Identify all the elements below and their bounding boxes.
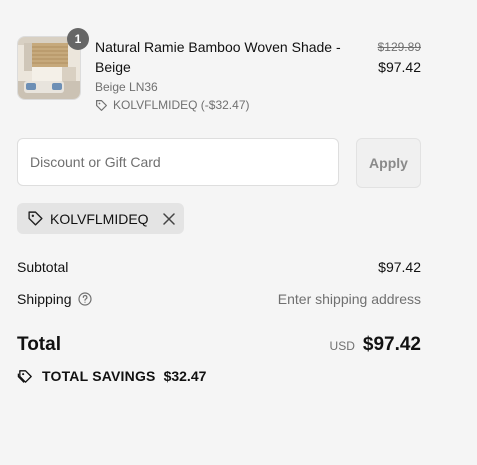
tag-icon [27, 210, 44, 227]
shipping-label-group: Shipping [17, 291, 92, 307]
subtotal-value: $97.42 [378, 259, 421, 275]
tags-icon [17, 368, 34, 385]
product-variant: Beige LN36 [95, 80, 158, 94]
product-thumbnail-wrap: 1 [17, 28, 89, 100]
currency-code: USD [329, 339, 355, 353]
line-item: 1 Natural Ramie Bamboo Woven Shade - Bei… [17, 28, 421, 116]
product-discount-text: KOLVFLMIDEQ (-$32.47) [113, 98, 250, 112]
total-label: Total [17, 334, 61, 355]
shipping-label: Shipping [17, 291, 72, 307]
discount-input[interactable] [17, 138, 339, 186]
applied-discount-code: KOLVFLMIDEQ [50, 210, 149, 227]
shipping-row: Shipping Enter shipping address [17, 289, 421, 309]
shipping-value: Enter shipping address [277, 291, 421, 307]
total-savings: TOTAL SAVINGS $32.47 [17, 366, 206, 386]
savings-label: TOTAL SAVINGS [42, 368, 156, 384]
quantity-badge: 1 [67, 28, 89, 50]
product-price: $97.42 [378, 59, 421, 75]
help-circle-icon[interactable] [77, 292, 92, 306]
savings-value: $32.47 [163, 368, 207, 384]
total-row: Total USD $97.42 [17, 333, 421, 357]
total-amount-group: USD $97.42 [330, 334, 421, 356]
compare-at-price: $129.89 [377, 40, 421, 54]
apply-button[interactable]: Apply [356, 138, 421, 188]
applied-discount-chip: KOLVFLMIDEQ [17, 203, 184, 234]
total-value: $97.42 [362, 334, 421, 355]
product-discount: KOLVFLMIDEQ (-$32.47) [95, 98, 250, 112]
subtotal-row: Subtotal $97.42 [17, 257, 421, 277]
close-icon[interactable] [162, 212, 175, 225]
product-title: Natural Ramie Bamboo Woven Shade - Beige [95, 39, 341, 75]
subtotal-label: Subtotal [17, 259, 69, 275]
tag-icon [95, 99, 108, 112]
